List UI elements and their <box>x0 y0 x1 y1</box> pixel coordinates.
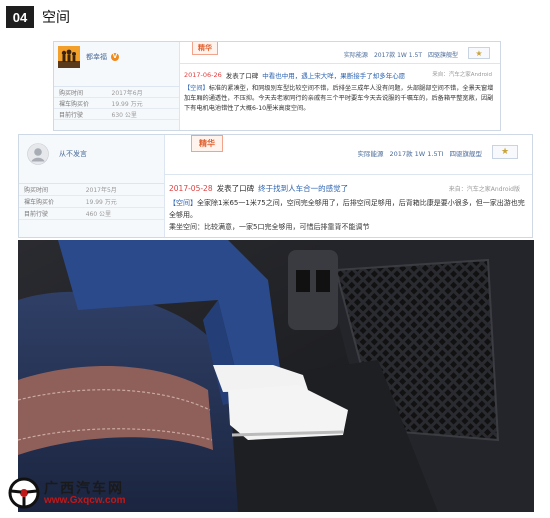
post-headline: 2017-05-28 发表了口碑 终于找到人车合一的感觉了 <box>169 183 348 194</box>
body-label: 【空间】 <box>169 199 197 207</box>
body-text: 全家除1米65一1米75之间，空间完全够用了，后排空间足够用，后背箱比康是要小很… <box>169 199 525 219</box>
avatar[interactable] <box>27 143 49 165</box>
info-row: 目前行驶 460 公里 <box>19 208 164 220</box>
vehicle-tags: 实际能源 2017款 1W 1.5T 四驱旗舰型 <box>344 50 458 59</box>
section-header: 04 空间 <box>6 6 70 28</box>
user-panel: 都幸福 V 购买时间 2017年6月 裸车购买价 19.99 万元 目前行驶 630 … <box>54 42 180 130</box>
body-label: 【空间】 <box>184 85 209 92</box>
owner-info-table: 购买时间 2017年6月 裸车购买价 19.99 万元 目前行驶 630 公里 <box>54 86 179 120</box>
tag[interactable]: 实际能源 <box>358 148 384 158</box>
vehicle-tags: 实际能源 2017款 1W 1.5TI 四驱旗舰型 <box>358 148 482 158</box>
site-watermark: 广西汽车网 www.Gxqcw.com <box>8 476 148 510</box>
steering-wheel-icon <box>8 477 40 509</box>
info-row: 目前行驶 630 公里 <box>54 109 179 120</box>
review-card-1: 都幸福 V 购买时间 2017年6月 裸车购买价 19.99 万元 目前行驶 630 … <box>53 41 501 131</box>
favorite-star-icon[interactable]: ★ <box>468 47 490 59</box>
info-row: 裸车购买价 19.99 万元 <box>19 196 164 208</box>
post-date: 2017-05-28 <box>169 184 213 193</box>
rear-seat-illustration <box>18 240 534 512</box>
username[interactable]: 从不发言 <box>59 149 87 159</box>
favorite-star-icon[interactable]: ★ <box>492 145 518 159</box>
post-action: 发表了口碑 <box>216 184 255 193</box>
post-title[interactable]: 终于找到人车合一的感觉了 <box>258 183 348 194</box>
info-row: 购买时间 2017年6月 <box>54 87 179 98</box>
post-action: 发表了口碑 <box>225 72 259 80</box>
user-panel: 从不发言 购买时间 2017年5月 裸车购买价 19.99 万元 目前行驶 460 公… <box>19 135 165 237</box>
owner-info-table: 购买时间 2017年5月 裸车购买价 19.99 万元 目前行驶 460 公里 <box>19 183 164 220</box>
section-number: 04 <box>6 6 34 28</box>
tag[interactable]: 四驱旗舰型 <box>428 50 458 59</box>
post-source: 来自：汽车之家Android版 <box>448 186 520 193</box>
post-body: 【空间】全家除1米65一1米75之间，空间完全够用了，后排空间足够用，后背箱比康… <box>169 197 529 233</box>
verified-icon: V <box>111 53 119 61</box>
post-body: 【空间】标准的紧凑型，和同级别车型比较空间不错，后排坐三成年人没有问题，头部腿部… <box>184 84 496 114</box>
body-paragraph: 【空间】全家除1米65一1米75之间，空间完全够用了，后排空间足够用，后背箱比康… <box>169 197 529 221</box>
tag[interactable]: 四驱旗舰型 <box>450 148 483 158</box>
info-row: 裸车购买价 19.99 万元 <box>54 98 179 109</box>
interior-photo <box>18 240 534 512</box>
post-date: 2017-06-26 <box>184 71 222 79</box>
body-text: 乘坐空间：比较满意，一家5口完全够用，可惜后排靠背不能调节 <box>169 223 370 231</box>
tag[interactable]: 2017款 1W 1.5T <box>374 50 422 59</box>
essence-badge: 精华 <box>191 135 223 152</box>
avatar[interactable] <box>58 46 80 68</box>
section-title: 空间 <box>42 10 70 26</box>
post-title[interactable]: 中看也中用，遇上宋大咩，果断接手了却多年心愿 <box>262 70 405 80</box>
username[interactable]: 都幸福 <box>86 52 107 62</box>
tag[interactable]: 2017款 1W 1.5TI <box>390 148 444 158</box>
tag[interactable]: 实际能源 <box>344 50 368 59</box>
watermark-url: www.Gxqcw.com <box>44 495 126 506</box>
review-card-2: 从不发言 购买时间 2017年5月 裸车购买价 19.99 万元 目前行驶 460 公… <box>18 134 533 238</box>
post-source: 来自：汽车之家Android <box>432 72 492 78</box>
info-row: 购买时间 2017年5月 <box>19 184 164 196</box>
post-panel: 精华 实际能源 2017款 1W 1.5TI 四驱旗舰型 ★ 2017-05-2… <box>165 135 532 237</box>
post-headline: 2017-06-26 发表了口碑 中看也中用，遇上宋大咩，果断接手了却多年心愿 <box>184 70 405 80</box>
body-text: 标准的紧凑型，和同级别车型比较空间不错，后排坐三成年人没有问题，头部腿部空间不错… <box>184 85 494 112</box>
post-panel: 精华 实际能源 2017款 1W 1.5T 四驱旗舰型 ★ 2017-06-26… <box>180 42 500 130</box>
essence-badge: 精华 <box>192 42 218 55</box>
